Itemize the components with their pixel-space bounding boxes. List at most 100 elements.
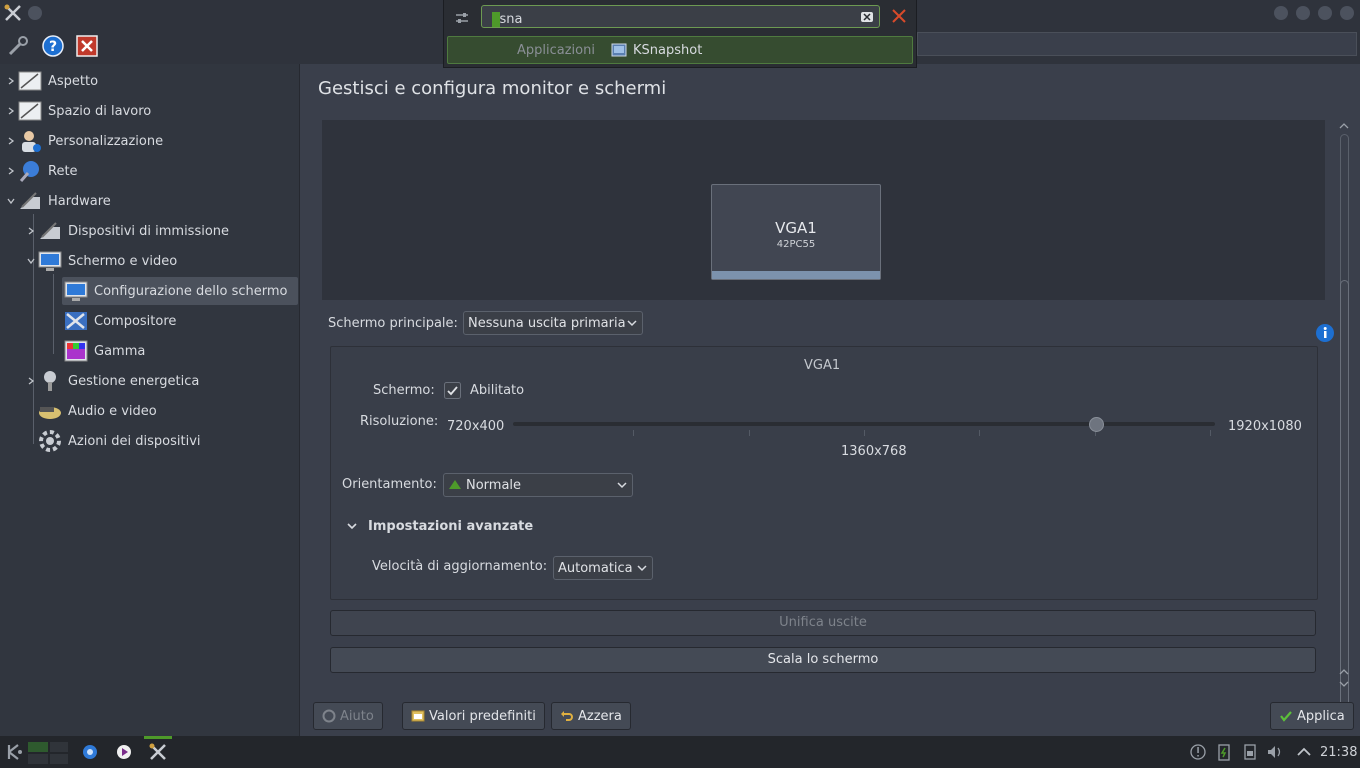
pager-desktop-1[interactable] <box>28 742 48 752</box>
enabled-label[interactable]: Abilitato <box>470 383 524 398</box>
runner-query-completion: p <box>492 12 501 27</box>
scrollbar-thumb[interactable] <box>1340 280 1349 718</box>
runner-close-icon[interactable] <box>890 7 908 25</box>
runner-result-ksnapshot[interactable]: Applicazioni KSnapshot <box>447 36 913 64</box>
pager-desktop-4[interactable] <box>50 754 68 764</box>
sidebar-item-gestione-energetica[interactable]: Gestione energetica <box>26 367 296 395</box>
sidebar-item-dispositivi-di-immissione[interactable]: Dispositivi di immissione <box>26 217 296 245</box>
vertical-scrollbar[interactable] <box>1336 120 1352 718</box>
slider-tick <box>749 430 750 436</box>
scroll-up-icon[interactable] <box>1339 122 1349 130</box>
chevron-down-icon <box>7 198 15 205</box>
primary-screen-label: Schermo principale: <box>328 316 458 331</box>
resolution-min: 720x400 <box>447 419 505 434</box>
refresh-rate-select[interactable]: Automatica <box>553 556 653 580</box>
workspace-icon <box>18 101 42 121</box>
configure-icon[interactable] <box>6 34 30 58</box>
refresh-rate-label: Velocità di aggiornamento: <box>372 559 548 574</box>
tray-expand-icon[interactable] <box>1294 742 1314 762</box>
notifications-icon[interactable] <box>1188 742 1208 762</box>
advanced-settings-toggle[interactable]: Impostazioni avanzate <box>368 519 533 534</box>
quit-icon[interactable] <box>75 34 99 58</box>
resolution-slider[interactable] <box>513 422 1215 426</box>
primary-screen-value: Nessuna uscita primaria <box>468 315 626 331</box>
ksnapshot-icon <box>611 43 627 57</box>
sidebar-item-label: Configurazione dello schermo <box>94 283 288 299</box>
sidebar-item-configurazione-dello-schermo[interactable]: Configurazione dello schermo <box>62 277 298 305</box>
defaults-button[interactable]: Valori predefiniti <box>402 702 545 730</box>
info-icon[interactable] <box>1315 323 1335 343</box>
scroll-up-icon[interactable] <box>1339 668 1349 676</box>
monitor-layout-canvas[interactable]: VGA1 42PC55 <box>322 120 1334 342</box>
runner-settings-icon[interactable] <box>454 10 470 26</box>
close-window-button[interactable] <box>1340 6 1354 20</box>
sidebar-item-gamma[interactable]: Gamma <box>64 337 296 365</box>
primary-screen-select[interactable]: Nessuna uscita primaria <box>463 311 643 335</box>
chevron-right-icon <box>28 227 35 235</box>
search-field[interactable] <box>917 32 1357 56</box>
sidebar-item-aspetto[interactable]: Aspetto <box>6 67 296 95</box>
battery-icon[interactable] <box>1214 742 1234 762</box>
help-window-button[interactable] <box>1274 6 1288 20</box>
display-icon <box>38 251 62 271</box>
sidebar-item-label: Azioni dei dispositivi <box>68 433 201 449</box>
sidebar-item-label: Personalizzazione <box>48 133 164 149</box>
clock[interactable]: 21:38 <box>1320 745 1357 760</box>
monitor-name: VGA1 <box>775 219 817 237</box>
help-button[interactable]: Aiuto <box>313 702 383 730</box>
help-button-label: Aiuto <box>340 708 374 724</box>
chevron-right-icon <box>8 137 15 145</box>
orientation-select[interactable]: Normale <box>443 473 633 497</box>
chevron-down-icon <box>637 565 647 572</box>
media-player-icon[interactable] <box>114 742 134 762</box>
maximize-button[interactable] <box>1318 6 1332 20</box>
kde-menu-icon[interactable] <box>5 742 25 762</box>
sidebar-item-label: Rete <box>48 163 78 179</box>
volume-icon[interactable] <box>1265 742 1285 762</box>
runner-query-input[interactable]: ksna p <box>481 5 880 28</box>
unify-outputs-button[interactable]: Unifica uscite <box>330 610 1316 636</box>
runner-result-label: KSnapshot <box>633 43 703 58</box>
reset-button[interactable]: Azzera <box>551 702 631 730</box>
sidebar-tree: Aspetto Spazio di lavoro Personalizzazio… <box>0 64 300 736</box>
chevron-right-icon <box>8 167 15 175</box>
clear-text-icon[interactable] <box>861 11 873 23</box>
scale-screen-button[interactable]: Scala lo schermo <box>330 647 1316 673</box>
page-title: Gestisci e configura monitor e schermi <box>318 78 667 99</box>
slider-tick <box>633 430 634 436</box>
pager-desktop-3[interactable] <box>28 754 48 764</box>
minimize-button[interactable] <box>1296 6 1310 20</box>
help-icon[interactable]: ? <box>41 34 65 58</box>
chevron-down-icon <box>27 258 35 265</box>
tree-line <box>53 274 54 354</box>
resolution-slider-handle[interactable] <box>1089 417 1104 432</box>
monitor-vga1[interactable]: VGA1 42PC55 <box>711 184 881 280</box>
sidebar-item-compositore[interactable]: Compositore <box>64 307 296 335</box>
sidebar-item-hardware[interactable]: Hardware <box>6 187 296 215</box>
sidebar-item-rete[interactable]: Rete <box>6 157 296 185</box>
window-menu-button[interactable] <box>28 6 42 20</box>
monitor-bottom-bar <box>712 271 880 279</box>
system-settings-icon[interactable] <box>3 3 23 23</box>
device-notifier-icon[interactable] <box>1240 742 1260 762</box>
chevron-down-icon[interactable] <box>347 522 357 530</box>
scroll-down-icon[interactable] <box>1339 680 1349 688</box>
sidebar-item-schermo-e-video[interactable]: Schermo e video <box>26 247 296 275</box>
sidebar-item-personalizzazione[interactable]: Personalizzazione <box>6 127 296 155</box>
defaults-icon <box>411 710 425 722</box>
browser-icon[interactable] <box>80 742 100 762</box>
system-settings-task-icon[interactable] <box>148 742 168 762</box>
monitor-config-icon <box>64 281 88 301</box>
slider-tick <box>979 430 980 436</box>
pager-desktop-2[interactable] <box>50 742 68 752</box>
resolution-current: 1360x768 <box>841 444 907 459</box>
apply-button[interactable]: Applica <box>1270 702 1354 730</box>
sidebar-item-audio-e-video[interactable]: Audio e video <box>38 397 296 425</box>
orientation-label: Orientamento: <box>342 477 437 492</box>
sidebar-item-spazio-di-lavoro[interactable]: Spazio di lavoro <box>6 97 296 125</box>
sidebar-item-azioni-dei-dispositivi[interactable]: Azioni dei dispositivi <box>38 427 296 455</box>
screen-label: Schermo: <box>373 383 435 398</box>
enabled-checkbox[interactable] <box>444 382 461 399</box>
audio-video-icon <box>39 407 61 419</box>
reset-button-label: Azzera <box>578 708 622 724</box>
